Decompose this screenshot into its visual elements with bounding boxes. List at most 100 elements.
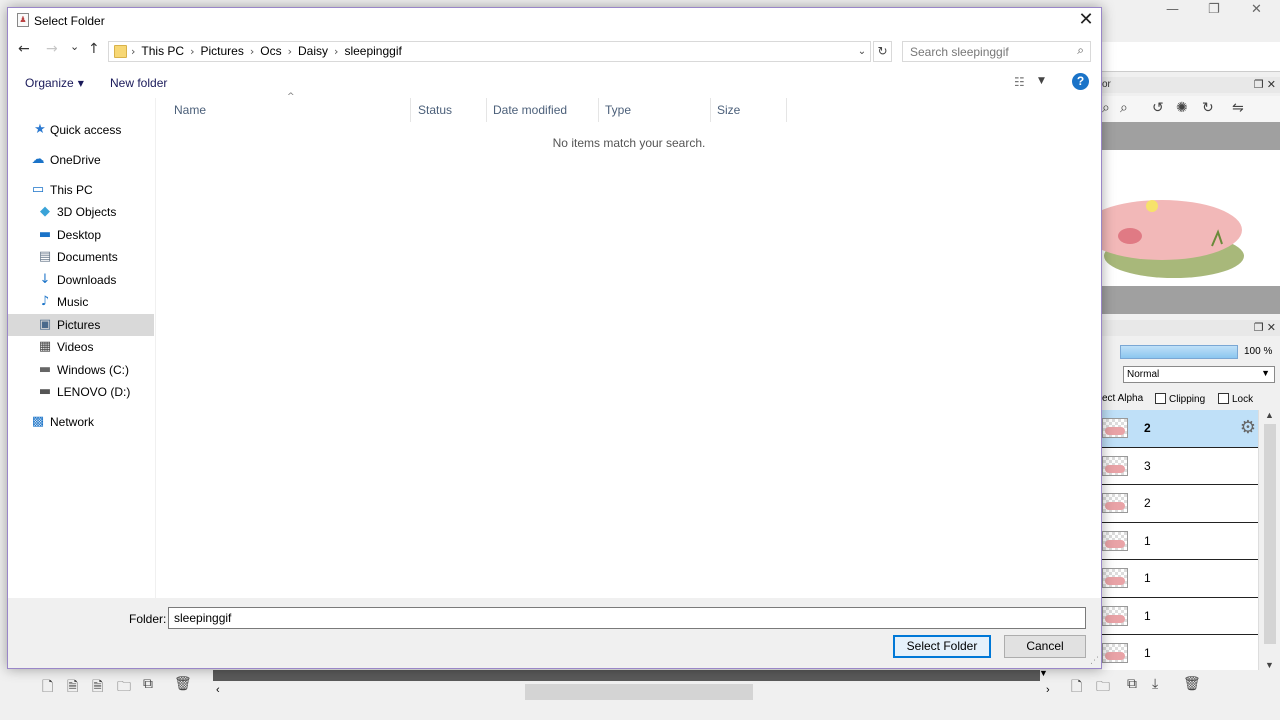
sidebar-item-this-pc[interactable]: ▭ This PC bbox=[8, 179, 154, 201]
layer-row[interactable]: 2 ⚙ bbox=[1102, 410, 1258, 448]
resize-grip-icon[interactable]: ⋰ bbox=[1090, 655, 1099, 666]
sidebar-item-documents[interactable]: ▤ Documents bbox=[8, 246, 154, 268]
layer-scrollbar[interactable]: ▲ ▼ bbox=[1258, 410, 1280, 670]
sidebar-item-windows-c[interactable]: ▬ Windows (C:) bbox=[8, 359, 154, 381]
scroll-down-icon[interactable]: ▼ bbox=[1265, 660, 1274, 670]
layer-row[interactable]: 2 bbox=[1102, 485, 1258, 523]
column-header-size[interactable]: Size bbox=[711, 98, 787, 122]
sidebar-icon: ▬ bbox=[38, 384, 52, 399]
address-bar[interactable]: › This PC › Pictures › Ocs › Daisy › sleepinggif … bbox=[108, 41, 871, 62]
refresh-button[interactable]: ↻ bbox=[873, 41, 892, 62]
new-raster-icon[interactable]: 🗎 bbox=[67, 676, 78, 700]
layer-row[interactable]: 1 bbox=[1102, 597, 1258, 635]
up-button[interactable]: ↑ bbox=[88, 41, 100, 57]
trash-icon[interactable]: 🗑 bbox=[174, 676, 192, 692]
cancel-button[interactable]: Cancel bbox=[1004, 635, 1086, 658]
cel-folder-icon[interactable]: 🗀 bbox=[1096, 676, 1110, 700]
timeline-scroll-down-icon[interactable]: ▼ bbox=[1039, 668, 1048, 678]
organize-button[interactable]: Organize ▼ bbox=[25, 76, 84, 90]
dialog-close-button[interactable]: ✕ bbox=[1071, 8, 1101, 34]
duplicate-cel-icon[interactable]: ⧉ bbox=[1127, 676, 1137, 692]
breadcrumb-item[interactable]: This PC bbox=[141, 44, 184, 58]
copy-layer-icon[interactable]: ⧉ bbox=[143, 676, 153, 692]
protect-alpha-label: ect Alpha bbox=[1102, 393, 1144, 404]
address-dropdown-button[interactable]: ⌄ bbox=[854, 42, 870, 61]
back-button[interactable]: ← bbox=[18, 41, 30, 57]
select-folder-button[interactable]: Select Folder bbox=[893, 635, 991, 658]
zoom-in-icon[interactable]: ⌕ bbox=[1120, 100, 1128, 116]
breadcrumb-item[interactable]: Daisy bbox=[298, 44, 328, 58]
new-vector-icon[interactable]: 🗎 bbox=[92, 676, 103, 700]
sidebar-icon: ♪ bbox=[40, 294, 50, 309]
recent-locations-button[interactable]: ⌄ bbox=[70, 40, 79, 53]
forward-button[interactable]: → bbox=[46, 41, 58, 57]
delete-cel-icon[interactable]: 🗑 bbox=[1183, 676, 1201, 692]
sidebar-item-quick-access[interactable]: ★ Quick access bbox=[8, 119, 154, 141]
flip-icon[interactable]: ⇋ bbox=[1232, 100, 1244, 116]
layer-scroll-thumb[interactable] bbox=[1264, 424, 1276, 644]
breadcrumb-separator-icon[interactable]: › bbox=[190, 45, 194, 58]
layer-row[interactable]: 3 bbox=[1102, 447, 1258, 485]
column-header-date-modified[interactable]: Date modified bbox=[487, 98, 599, 122]
view-chevron-down-icon[interactable]: ▼ bbox=[1038, 76, 1045, 86]
breadcrumb-item[interactable]: Ocs bbox=[260, 44, 281, 58]
sidebar-item-3d-objects[interactable]: ◆ 3D Objects bbox=[8, 201, 154, 223]
sidebar-item-lenovo-d[interactable]: ▬ LENOVO (D:) bbox=[8, 381, 154, 403]
close-icon[interactable]: ✕ bbox=[1251, 2, 1262, 17]
new-folder-icon[interactable]: 🗀 bbox=[117, 676, 131, 700]
sidebar-item-network[interactable]: ▩ Network bbox=[8, 411, 154, 433]
minimize-icon[interactable]: — bbox=[1166, 2, 1179, 17]
breadcrumb-separator-icon[interactable]: › bbox=[250, 45, 254, 58]
zoom-out-icon[interactable]: ⌕ bbox=[1102, 100, 1110, 116]
breadcrumb-item[interactable]: Pictures bbox=[201, 44, 244, 58]
scroll-right-icon[interactable]: › bbox=[1046, 684, 1050, 696]
search-box[interactable]: Search sleepinggif ⌕ bbox=[902, 41, 1091, 62]
breadcrumb-separator-icon[interactable]: › bbox=[131, 45, 135, 58]
restore-icon[interactable]: ❐ bbox=[1208, 2, 1220, 17]
canvas-gray-band-top bbox=[1102, 122, 1280, 150]
sidebar-item-pictures[interactable]: ▣ Pictures bbox=[8, 314, 154, 336]
timeline-hscroll[interactable]: ‹ ▼ › bbox=[213, 668, 1058, 702]
merge-icon[interactable]: ⤓ bbox=[1152, 676, 1158, 692]
search-input[interactable]: Search sleepinggif bbox=[910, 45, 1009, 59]
scroll-up-icon[interactable]: ▲ bbox=[1265, 410, 1274, 420]
new-folder-button[interactable]: New folder bbox=[110, 76, 167, 90]
layer-row[interactable]: 1 bbox=[1102, 560, 1258, 598]
layer-row[interactable]: 1 bbox=[1102, 522, 1258, 560]
sidebar-item-onedrive[interactable]: ☁ OneDrive bbox=[8, 149, 154, 171]
sidebar-item-label: This PC bbox=[50, 183, 93, 197]
layer-row[interactable]: 1 bbox=[1102, 635, 1258, 673]
timeline-track[interactable] bbox=[213, 670, 1040, 681]
blend-mode-select[interactable]: Normal ▼ bbox=[1123, 366, 1275, 383]
sidebar-item-label: Windows (C:) bbox=[57, 363, 130, 377]
timeline-scroll-thumb[interactable] bbox=[525, 684, 753, 700]
sidebar-item-label: Music bbox=[57, 295, 89, 309]
rotate-right-icon[interactable]: ↻ bbox=[1202, 100, 1214, 116]
breadcrumb-separator-icon[interactable]: › bbox=[288, 45, 292, 58]
breadcrumb-item[interactable]: sleepinggif bbox=[344, 44, 401, 58]
help-button[interactable]: ? bbox=[1072, 73, 1089, 90]
view-options-icon[interactable]: ☷ bbox=[1014, 75, 1025, 89]
new-file-icon[interactable]: 🗋 bbox=[42, 676, 53, 700]
layer-panel-float-close-icon[interactable]: ❐ ✕ bbox=[1254, 321, 1276, 334]
dialog-titlebar[interactable]: ♟ Select Folder ✕ bbox=[8, 8, 1101, 34]
clipping-checkbox[interactable] bbox=[1155, 393, 1166, 404]
folder-name-input[interactable]: sleepinggif bbox=[168, 607, 1086, 629]
opacity-slider[interactable] bbox=[1120, 345, 1238, 359]
scroll-left-icon[interactable]: ‹ bbox=[216, 684, 220, 696]
column-header-status[interactable]: Status bbox=[412, 98, 487, 122]
sidebar-item-desktop[interactable]: ▬ Desktop bbox=[8, 224, 154, 246]
lock-checkbox[interactable] bbox=[1218, 393, 1229, 404]
sidebar-item-videos[interactable]: ▦ Videos bbox=[8, 336, 154, 358]
breadcrumb-separator-icon[interactable]: › bbox=[334, 45, 338, 58]
clipping-option[interactable]: Clipping bbox=[1155, 393, 1205, 405]
rotate-reset-icon[interactable]: ✺ bbox=[1176, 100, 1188, 116]
column-header-type[interactable]: Type bbox=[599, 98, 711, 122]
gear-icon[interactable]: ⚙ bbox=[1240, 417, 1256, 438]
sidebar-item-downloads[interactable]: ↓ Downloads bbox=[8, 269, 154, 291]
lock-option[interactable]: Lock bbox=[1218, 393, 1253, 405]
panel-float-close-icon[interactable]: ❐ ✕ bbox=[1254, 78, 1276, 91]
rotate-left-icon[interactable]: ↺ bbox=[1152, 100, 1164, 116]
sidebar-item-music[interactable]: ♪ Music bbox=[8, 291, 154, 313]
new-cel-icon[interactable]: 🗋 bbox=[1071, 676, 1082, 700]
